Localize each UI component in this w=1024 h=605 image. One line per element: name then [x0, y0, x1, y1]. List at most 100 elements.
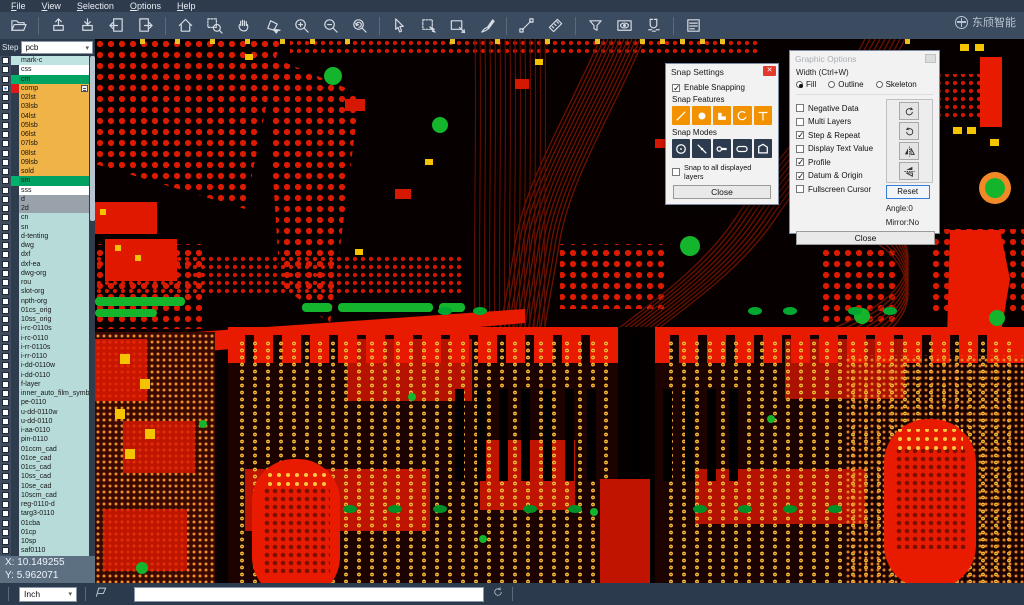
layer-color-swatch[interactable]: [11, 269, 19, 278]
layer-color-swatch[interactable]: [11, 223, 19, 232]
layer-color-swatch[interactable]: [11, 121, 19, 130]
layer-visibility-checkbox[interactable]: [2, 261, 9, 268]
layer-row[interactable]: 01cp: [0, 528, 95, 537]
radio-icon[interactable]: [876, 81, 883, 88]
layer-color-swatch[interactable]: [11, 352, 19, 361]
checkbox-checked-icon[interactable]: [796, 131, 804, 139]
layer-color-swatch[interactable]: [11, 500, 19, 509]
radio-outline[interactable]: Outline: [828, 80, 875, 89]
layer-row[interactable]: 09lsb: [0, 158, 95, 167]
layer-color-swatch[interactable]: [11, 546, 19, 555]
option-multi-layers[interactable]: Multi Layers: [796, 117, 885, 126]
layer-visibility-checkbox[interactable]: [2, 150, 9, 157]
frame-edit-icon[interactable]: [443, 14, 472, 38]
layer-color-swatch[interactable]: [11, 361, 19, 370]
layer-visibility-checkbox[interactable]: [2, 168, 9, 175]
layer-visibility-checkbox[interactable]: [2, 492, 9, 499]
layer-row[interactable]: 10sp: [0, 537, 95, 546]
zoom-in-icon[interactable]: [287, 14, 316, 38]
layer-row[interactable]: sn: [0, 223, 95, 232]
magnet-icon[interactable]: [639, 14, 668, 38]
layer-color-swatch[interactable]: [11, 158, 19, 167]
layer-visibility-checkbox[interactable]: [2, 381, 9, 388]
menu-item-selection[interactable]: Selection: [70, 0, 121, 12]
layer-visibility-checkbox[interactable]: [2, 196, 9, 203]
mirror-v-icon[interactable]: [899, 162, 919, 180]
layer-visibility-checkbox[interactable]: [2, 510, 9, 517]
lasso-icon[interactable]: [258, 14, 287, 38]
snap-feature-pad-icon[interactable]: [692, 106, 710, 125]
unit-dropdown[interactable]: Inch ▾: [19, 587, 77, 602]
layer-color-swatch[interactable]: [11, 306, 19, 315]
layer-visibility-checkbox[interactable]: [2, 325, 9, 332]
layer-color-swatch[interactable]: [11, 389, 19, 398]
layer-visibility-checkbox[interactable]: [2, 242, 9, 249]
layer-color-swatch[interactable]: [11, 241, 19, 250]
enable-snapping-checkbox-row[interactable]: Enable Snapping: [672, 83, 772, 92]
open-icon[interactable]: [4, 14, 33, 38]
layer-row[interactable]: dwg: [0, 241, 95, 250]
checkbox-checked-icon[interactable]: [672, 84, 680, 92]
layer-row[interactable]: inner_auto_film_symb: [0, 389, 95, 398]
checkbox-checked-icon[interactable]: [796, 158, 804, 166]
layer-color-swatch[interactable]: [11, 130, 19, 139]
layer-row[interactable]: 02lst: [0, 93, 95, 102]
layer-row[interactable]: i-rc-0110s: [0, 324, 95, 333]
layer-visibility-checkbox[interactable]: [2, 270, 9, 277]
layer-color-swatch[interactable]: [11, 417, 19, 426]
layer-color-swatch[interactable]: [11, 93, 19, 102]
layer-visibility-checkbox[interactable]: [2, 233, 9, 240]
layer-color-swatch[interactable]: [11, 435, 19, 444]
layer-row[interactable]: d-tenting: [0, 232, 95, 241]
menu-item-file[interactable]: File: [4, 0, 33, 12]
layer-visibility-checkbox[interactable]: [2, 288, 9, 295]
layer-visibility-checkbox[interactable]: [2, 399, 9, 406]
layer-row[interactable]: 10ss_cad: [0, 472, 95, 481]
layer-row[interactable]: i-aa-0110: [0, 426, 95, 435]
pointer-icon[interactable]: [385, 14, 414, 38]
layer-visibility-checkbox[interactable]: [2, 187, 9, 194]
snap-feature-line-icon[interactable]: [672, 106, 690, 125]
layer-row[interactable]: 03lsb: [0, 102, 95, 111]
layer-visibility-checkbox[interactable]: [2, 344, 9, 351]
layer-row[interactable]: 10scm_cad: [0, 491, 95, 500]
layer-row[interactable]: 04lst: [0, 112, 95, 121]
layer-visibility-checkbox[interactable]: [2, 316, 9, 323]
option-step-repeat[interactable]: Step & Repeat: [796, 131, 885, 140]
layer-color-swatch[interactable]: [11, 75, 19, 84]
eye-icon[interactable]: [610, 14, 639, 38]
layer-visibility-checkbox[interactable]: [2, 224, 9, 231]
close-icon[interactable]: ✕: [763, 66, 776, 76]
layer-row[interactable]: dwg-org: [0, 269, 95, 278]
layer-visibility-checkbox[interactable]: [2, 390, 9, 397]
radio-skeleton[interactable]: Skeleton: [876, 80, 929, 89]
graphic-close-button[interactable]: Close: [796, 231, 935, 245]
layer-visibility-checkbox[interactable]: [2, 85, 9, 92]
layer-visibility-checkbox[interactable]: [2, 483, 9, 490]
stamp-in-icon[interactable]: [44, 14, 73, 38]
layer-color-swatch[interactable]: [11, 232, 19, 241]
layer-row[interactable]: 05lsb: [0, 121, 95, 130]
snap-mode-contour-icon[interactable]: [754, 139, 772, 158]
layer-visibility-checkbox[interactable]: [2, 335, 9, 342]
layer-color-swatch[interactable]: [11, 260, 19, 269]
layer-visibility-checkbox[interactable]: [2, 362, 9, 369]
layer-color-swatch[interactable]: [11, 149, 19, 158]
layer-row[interactable]: comp: [0, 84, 95, 93]
layer-visibility-checkbox[interactable]: [2, 103, 9, 110]
layer-row[interactable]: i-dd-0110: [0, 371, 95, 380]
scrollbar-thumb[interactable]: [90, 56, 95, 221]
layer-visibility-checkbox[interactable]: [2, 159, 9, 166]
snap-close-button[interactable]: Close: [673, 185, 771, 199]
line-icon[interactable]: [512, 14, 541, 38]
layer-color-swatch[interactable]: [11, 454, 19, 463]
layer-color-swatch[interactable]: [11, 491, 19, 500]
layer-color-swatch[interactable]: [11, 408, 19, 417]
layer-row[interactable]: cm: [0, 75, 95, 84]
layer-row[interactable]: slot-org: [0, 287, 95, 296]
layer-visibility-checkbox[interactable]: [2, 279, 9, 286]
layer-row[interactable]: i-rc-0110: [0, 334, 95, 343]
layer-color-swatch[interactable]: [11, 287, 19, 296]
layer-visibility-checkbox[interactable]: [2, 131, 9, 138]
layer-visibility-checkbox[interactable]: [2, 436, 9, 443]
